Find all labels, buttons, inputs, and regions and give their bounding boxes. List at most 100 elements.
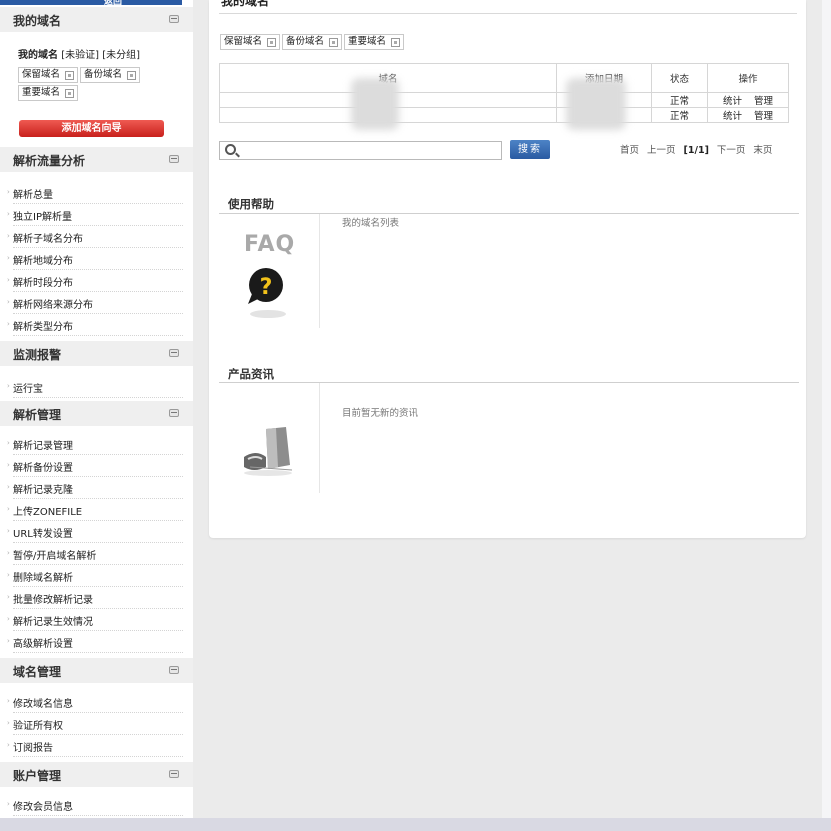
sidebar-item-label[interactable]: 解析记录管理 (13, 437, 73, 452)
stats-link[interactable]: 统计 (723, 96, 742, 107)
sidebar-item-label[interactable]: 解析地域分布 (13, 252, 73, 267)
sidebar-item[interactable]: › 修改会员信息 (7, 793, 183, 816)
manage-link[interactable]: 管理 (754, 111, 773, 122)
status-ungrouped[interactable]: [未分组] (102, 50, 140, 61)
bullet-icon: › (7, 549, 10, 557)
tag-important-domain[interactable]: 重要域名 (18, 85, 79, 101)
collapse-icon[interactable] (169, 15, 179, 23)
sidebar-top-strip[interactable]: 返回 (0, 0, 182, 7)
group-tab-reserved[interactable]: 保留域名 (220, 34, 281, 50)
sidebar-item[interactable]: › 解析备份设置 (7, 454, 183, 477)
sidebar-item-label[interactable]: 解析网络来源分布 (13, 296, 93, 311)
sidebar-item[interactable]: › 独立IP解析量 (7, 203, 183, 226)
sidebar-item[interactable]: › 运行宝 (7, 375, 183, 398)
bullet-icon: › (7, 697, 10, 705)
sidebar-item-label[interactable]: 订阅报告 (13, 739, 53, 754)
sidebar-item-label[interactable]: 解析记录生效情况 (13, 613, 93, 628)
sidebar-top-label[interactable]: 返回 (104, 0, 122, 7)
tag-checkbox-icon[interactable] (127, 71, 137, 80)
news-text: 目前暂无新的资讯 (342, 408, 419, 419)
sidebar-item[interactable]: › 解析子域名分布 (7, 225, 183, 248)
sidebar-item-label[interactable]: URL转发设置 (13, 525, 73, 540)
sidebar-item[interactable]: › URL转发设置 (7, 520, 183, 543)
tag-reserved-domain[interactable]: 保留域名 (18, 67, 79, 83)
collapse-icon[interactable] (169, 409, 179, 417)
sidebar-item[interactable]: › 解析记录克隆 (7, 476, 183, 499)
sidebar-item[interactable]: › 解析类型分布 (7, 313, 183, 336)
sidebar-item[interactable]: › 上传ZONEFILE (7, 498, 183, 521)
sidebar-item-label[interactable]: 独立IP解析量 (13, 208, 72, 223)
sidebar-header-traffic-analysis[interactable]: 解析流量分析 (0, 147, 193, 172)
my-domain-label[interactable]: 我的域名 (18, 50, 58, 61)
pager-prev[interactable]: 上一页 (647, 145, 676, 156)
collapse-icon[interactable] (169, 770, 179, 778)
window-right-edge (822, 0, 831, 818)
sidebar-item-label[interactable]: 解析备份设置 (13, 459, 73, 474)
add-domain-wizard-button[interactable]: 添加域名向导 (19, 120, 164, 137)
sidebar-item-label[interactable]: 修改域名信息 (13, 695, 73, 710)
title-divider (219, 13, 797, 14)
sidebar-item-label[interactable]: 解析类型分布 (13, 318, 73, 333)
sidebar-item-label[interactable]: 上传ZONEFILE (13, 503, 82, 518)
group-tab-backup[interactable]: 备份域名 (282, 34, 343, 50)
bullet-icon: › (7, 483, 10, 491)
sidebar-item-label[interactable]: 解析总量 (13, 186, 53, 201)
manage-link[interactable]: 管理 (754, 96, 773, 107)
sidebar-item-label[interactable]: 解析记录克隆 (13, 481, 73, 496)
sidebar-item[interactable]: › 高级解析设置 (7, 630, 183, 653)
sidebar-item[interactable]: › 解析记录管理 (7, 432, 183, 455)
group-tab-important[interactable]: 重要域名 (344, 34, 405, 50)
sidebar-item-label[interactable]: 暂停/开启域名解析 (13, 547, 96, 562)
column-header-actions: 操作 (707, 63, 789, 93)
sidebar-header-account-management[interactable]: 账户管理 (0, 762, 193, 787)
sidebar-item[interactable]: › 修改域名信息 (7, 690, 183, 713)
sidebar-item[interactable]: › 解析总量 (7, 181, 183, 204)
sidebar-item[interactable]: › 验证所有权 (7, 712, 183, 735)
pager-first[interactable]: 首页 (620, 145, 639, 156)
help-text[interactable]: 我的域名列表 (342, 215, 399, 229)
sidebar-item[interactable]: › 解析网络来源分布 (7, 291, 183, 314)
sidebar-item[interactable]: › 解析记录生效情况 (7, 608, 183, 631)
sidebar-item-label[interactable]: 高级解析设置 (13, 635, 73, 650)
stats-link[interactable]: 统计 (723, 111, 742, 122)
search-input[interactable] (240, 143, 499, 159)
pager-last[interactable]: 末页 (753, 145, 772, 156)
sidebar-header-my-domain[interactable]: 我的域名 (0, 7, 193, 32)
sidebar-item-label[interactable]: 删除域名解析 (13, 569, 73, 584)
search-box (219, 141, 502, 160)
sidebar-item[interactable]: › 删除域名解析 (7, 564, 183, 587)
sidebar-item[interactable]: › 暂停/开启域名解析 (7, 542, 183, 565)
tab-checkbox-icon[interactable] (391, 38, 401, 47)
pager-next[interactable]: 下一页 (717, 145, 746, 156)
sidebar-item[interactable]: › 解析地域分布 (7, 247, 183, 270)
status-unverified[interactable]: [未验证] (61, 50, 99, 61)
sidebar-header-title: 解析管理 (13, 408, 62, 422)
sidebar-header-resolve-management[interactable]: 解析管理 (0, 401, 193, 426)
tag-backup-domain[interactable]: 备份域名 (80, 67, 141, 83)
tab-checkbox-icon[interactable] (267, 38, 277, 47)
status-cell: 正常 (651, 107, 708, 123)
bottom-scroll-bar[interactable] (0, 818, 831, 831)
sidebar-item[interactable]: › 订阅报告 (7, 734, 183, 757)
sidebar-item[interactable]: › 批量修改解析记录 (7, 586, 183, 609)
actions-cell: 统计 管理 (707, 92, 789, 108)
sidebar-item-label[interactable]: 解析时段分布 (13, 274, 73, 289)
search-button[interactable]: 搜索 (510, 140, 550, 159)
tag-checkbox-icon[interactable] (65, 71, 75, 80)
collapse-icon[interactable] (169, 155, 179, 163)
collapse-icon[interactable] (169, 349, 179, 357)
collapse-icon[interactable] (169, 666, 179, 674)
sidebar-header-monitor-alarm[interactable]: 监测报警 (0, 341, 193, 366)
tab-checkbox-icon[interactable] (329, 38, 339, 47)
column-header-status[interactable]: 状态 (651, 63, 708, 93)
bullet-icon: › (7, 188, 10, 196)
sidebar-header-domain-management[interactable]: 域名管理 (0, 658, 193, 683)
sidebar-item-label[interactable]: 修改会员信息 (13, 798, 73, 813)
sidebar-item-label[interactable]: 验证所有权 (13, 717, 63, 732)
sidebar-item-label[interactable]: 批量修改解析记录 (13, 591, 93, 606)
sidebar-item[interactable]: › 解析时段分布 (7, 269, 183, 292)
sidebar-item-label[interactable]: 解析子域名分布 (13, 230, 83, 245)
news-vertical-divider (319, 383, 320, 493)
sidebar-item-label[interactable]: 运行宝 (13, 380, 43, 395)
tag-checkbox-icon[interactable] (65, 89, 75, 98)
